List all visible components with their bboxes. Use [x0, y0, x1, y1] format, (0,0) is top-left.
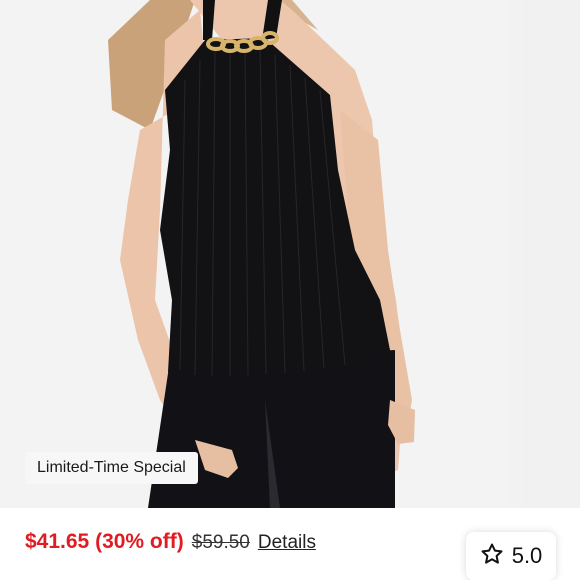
sale-price: $41.65 (30% off) [25, 530, 184, 554]
sale-price-amount: $41.65 [25, 530, 90, 553]
badge-label: Limited-Time Special [37, 459, 186, 476]
details-link[interactable]: Details [258, 532, 316, 554]
next-image-preview[interactable] [522, 0, 580, 508]
product-image[interactable] [0, 0, 510, 508]
original-price: $59.50 [191, 532, 250, 553]
limited-time-badge: Limited-Time Special [25, 452, 198, 484]
price-line: $41.65 (30% off) $59.50 Details [25, 530, 316, 554]
product-gallery[interactable]: Limited-Time Special [0, 0, 580, 508]
rating-value: 5.0 [511, 543, 543, 568]
discount-percent: (30% off) [95, 530, 184, 553]
star-outline-icon [480, 542, 504, 571]
rating-button[interactable]: 5.0 [466, 532, 556, 580]
